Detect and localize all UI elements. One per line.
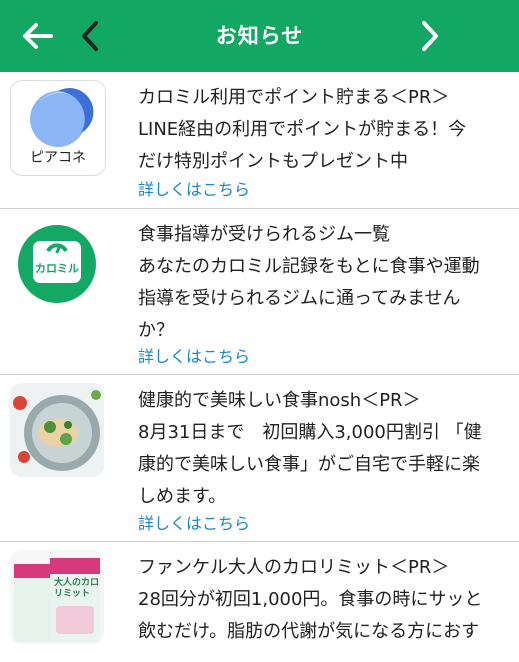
- nosh-food-image: [10, 383, 104, 477]
- notice-line: 28回分が初回1,000円。食事の時にサッと: [138, 589, 483, 610]
- notice-text: ファンケル大人のカロリミット＜PR＞ 28回分が初回1,000円。食事の時にサッ…: [138, 552, 509, 648]
- piacone-label: ピアコネ: [30, 150, 86, 166]
- notice-title: カロミル利用でポイント貯まる＜PR＞: [138, 87, 450, 108]
- details-link[interactable]: 詳しくはこちら: [138, 510, 250, 534]
- calolimit-product-image: 大人のカロリミット: [10, 550, 104, 644]
- notice-line: あなたのカロミル記録をもとに食事や運動: [138, 256, 480, 277]
- notice-item-fancl[interactable]: 大人のカロリミット ファンケル大人のカロリミット＜PR＞ 28回分が初回1,00…: [0, 542, 519, 662]
- notice-text: 食事指導が受けられるジム一覧 あなたのカロミル記録をもとに食事や運動 指導を受け…: [138, 219, 509, 347]
- notice-line: LINE経由の利用でポイントが貯まる！今: [138, 119, 467, 140]
- notice-text: カロミル利用でポイント貯まる＜PR＞ LINE経由の利用でポイントが貯まる！今 …: [138, 82, 509, 178]
- details-link[interactable]: 詳しくはこちら: [138, 343, 250, 367]
- notice-title: ファンケル大人のカロリミット＜PR＞: [138, 557, 450, 578]
- app-header: お知らせ: [0, 0, 519, 72]
- notice-item-nosh[interactable]: 健康的で美味しい食事nosh＜PR＞ 8月31日まで 初回購入3,000円割引 …: [0, 375, 519, 542]
- notice-line: 指導を受けられるジムに通ってみません: [138, 288, 461, 309]
- calolimit-label: 大人のカロリミット: [54, 578, 100, 599]
- next-chevron-icon[interactable]: [408, 14, 452, 58]
- details-link[interactable]: 詳しくはこちら: [138, 176, 250, 200]
- calomeal-app-icon: カロミル: [10, 217, 104, 311]
- notice-item-gym[interactable]: カロミル 食事指導が受けられるジム一覧 あなたのカロミル記録をもとに食事や運動 …: [0, 209, 519, 375]
- notice-list: ピアコネ カロミル利用でポイント貯まる＜PR＞ LINE経由の利用でポイントが貯…: [0, 72, 519, 662]
- notice-line: だけ特別ポイントもプレゼント中: [138, 151, 408, 172]
- notice-line: 康的で美味しい食事」がご自宅で手軽に楽: [138, 454, 480, 475]
- notice-item-piacone[interactable]: ピアコネ カロミル利用でポイント貯まる＜PR＞ LINE経由の利用でポイントが貯…: [0, 72, 519, 209]
- notice-text: 健康的で美味しい食事nosh＜PR＞ 8月31日まで 初回購入3,000円割引 …: [138, 385, 509, 513]
- notice-title: 食事指導が受けられるジム一覧: [138, 224, 390, 245]
- notice-line: 飲むだけ。脂肪の代謝が気になる方におす: [138, 621, 480, 642]
- calomeal-label: カロミル: [35, 262, 79, 275]
- notice-line: 8月31日まで 初回購入3,000円割引 「健: [138, 422, 482, 443]
- piacone-app-icon: ピアコネ: [10, 80, 106, 176]
- notice-line: しめます。: [138, 486, 227, 507]
- notice-title: 健康的で美味しい食事nosh＜PR＞: [138, 390, 421, 411]
